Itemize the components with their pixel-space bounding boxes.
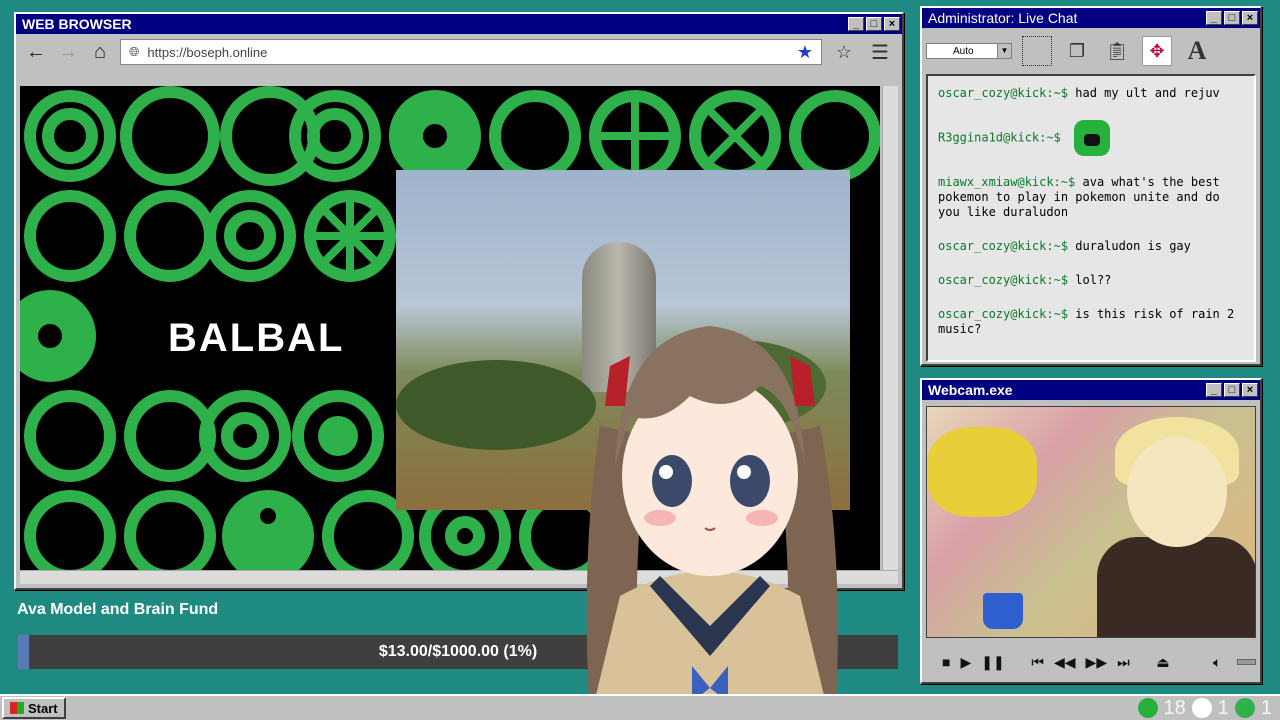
close-button[interactable]: × <box>1242 383 1258 397</box>
font-icon[interactable]: A <box>1182 36 1212 66</box>
browser-title: WEB BROWSER <box>22 16 132 32</box>
start-button[interactable]: Start <box>2 697 66 719</box>
plush-toy <box>927 427 1037 517</box>
webcam-titlebar[interactable]: Webcam.exe _ □ × <box>922 380 1260 400</box>
maximize-button[interactable]: □ <box>866 17 882 31</box>
hamburger-menu-icon[interactable]: ☰ <box>866 40 894 65</box>
font-size-select[interactable]: Auto ▼ <box>926 43 1012 59</box>
moon-icon[interactable] <box>1191 698 1212 718</box>
minimize-button[interactable]: _ <box>1206 11 1222 25</box>
green-frog-emote-icon <box>1074 120 1111 156</box>
chat-message: R3ggina1d@kick:~$ <box>938 120 1244 156</box>
windows-logo-icon <box>10 702 24 714</box>
chat-text: duraludon is gay <box>1075 239 1191 253</box>
chat-toolbar: Auto ▼ ❐ 📋︎ ✥ A <box>922 28 1260 74</box>
close-button[interactable]: × <box>1242 11 1258 25</box>
url-text: https://boseph.online <box>147 44 268 60</box>
chat-message: miawx_xmiaw@kick:~$ ava what's the best … <box>938 175 1244 220</box>
select-region-icon[interactable] <box>1022 36 1052 66</box>
system-tray: 18 1 1 <box>1137 696 1272 720</box>
streamer-body <box>1097 537 1255 637</box>
minimize-button[interactable]: _ <box>848 17 864 31</box>
minimize-button[interactable]: _ <box>1206 383 1222 397</box>
chat-username: oscar_cozy@kick:~$ <box>938 307 1069 321</box>
chat-username: oscar_cozy@kick:~$ <box>938 239 1069 253</box>
fund-label: Ava Model and Brain Fund <box>17 601 219 618</box>
chat-text: had my ult and rejuv <box>1075 86 1220 100</box>
close-button[interactable]: × <box>884 17 900 31</box>
chat-message: oscar_cozy@kick:~$ lol?? <box>938 273 1244 288</box>
address-bar[interactable]: 🌐︎ https://boseph.online ★ <box>120 39 822 65</box>
tray-count: 18 <box>1163 696 1186 719</box>
maximize-button[interactable]: □ <box>1224 383 1240 397</box>
tray-count: 1 <box>1217 696 1229 719</box>
forward-arrow-icon[interactable]: → <box>56 40 80 64</box>
play-icon[interactable]: ▶ <box>960 654 971 671</box>
vertical-scrollbar[interactable] <box>882 86 898 570</box>
webcam-video <box>926 406 1256 638</box>
chat-message: oscar_cozy@kick:~$ duraludon is gay <box>938 239 1244 254</box>
font-size-value: Auto <box>953 45 974 57</box>
home-icon[interactable]: ⌂ <box>88 40 112 64</box>
kick-icon[interactable] <box>1137 698 1158 718</box>
chat-username: R3ggina1d@kick:~$ <box>938 130 1061 145</box>
webcam-title: Webcam.exe <box>928 382 1013 398</box>
copy-icon[interactable]: ❐ <box>1062 36 1092 66</box>
eject-icon[interactable]: ⏏ <box>1156 654 1169 671</box>
chevron-down-icon: ▼ <box>997 44 1011 58</box>
streamer-face <box>1127 437 1227 547</box>
chat-username: oscar_cozy@kick:~$ <box>938 273 1069 287</box>
chat-text: lol?? <box>1075 273 1112 287</box>
start-label: Start <box>28 700 58 716</box>
vtuber-avatar <box>586 326 838 720</box>
chat-messages: oscar_cozy@kick:~$ had my ult and rejuv … <box>926 74 1256 362</box>
blue-mug <box>983 593 1023 629</box>
maximize-button[interactable]: □ <box>1224 11 1240 25</box>
volume-icon[interactable]: 🔈︎ <box>1213 654 1221 671</box>
play-circle-icon[interactable] <box>1234 698 1255 718</box>
chat-titlebar[interactable]: Administrator: Live Chat _ □ × <box>922 8 1260 28</box>
live-chat-window: Administrator: Live Chat _ □ × Auto ▼ ❐ … <box>920 6 1262 366</box>
volume-slider[interactable] <box>1237 659 1257 665</box>
rewind-icon[interactable]: ◀◀ <box>1054 654 1076 671</box>
webcam-window: Webcam.exe _ □ × ■ ▶ ❚❚ ⏮ ◀◀ ▶▶ ⏭ ⏏ 🔈︎ <box>920 378 1262 684</box>
paste-icon[interactable]: 📋︎ <box>1102 36 1132 66</box>
slide-title: BALBAL <box>168 316 345 360</box>
browser-toolbar: ← → ⌂ 🌐︎ https://boseph.online ★ ☆ ☰ <box>16 34 902 70</box>
fast-forward-icon[interactable]: ▶▶ <box>1086 654 1108 671</box>
favorites-star-icon[interactable]: ☆ <box>830 42 858 63</box>
chat-title: Administrator: Live Chat <box>928 10 1078 26</box>
skip-back-icon[interactable]: ⏮ <box>1031 654 1044 671</box>
taskbar: Start 18 1 1 <box>0 694 1280 720</box>
back-arrow-icon[interactable]: ← <box>24 40 48 64</box>
skip-forward-icon[interactable]: ⏭ <box>1117 654 1130 671</box>
move-icon[interactable]: ✥ <box>1142 36 1172 66</box>
chat-username: miawx_xmiaw@kick:~$ <box>938 175 1076 189</box>
chat-message: oscar_cozy@kick:~$ had my ult and rejuv <box>938 86 1244 101</box>
media-controls: ■ ▶ ❚❚ ⏮ ◀◀ ▶▶ ⏭ ⏏ 🔈︎ <box>926 646 1257 678</box>
globe-icon: 🌐︎ <box>129 44 140 59</box>
chat-username: oscar_cozy@kick:~$ <box>938 86 1069 100</box>
pause-icon[interactable]: ❚❚ <box>981 654 1004 671</box>
bookmark-star-icon[interactable]: ★ <box>797 42 813 63</box>
stop-icon[interactable]: ■ <box>942 654 950 670</box>
browser-titlebar[interactable]: WEB BROWSER _ □ × <box>16 14 902 34</box>
chat-message: oscar_cozy@kick:~$ is this risk of rain … <box>938 307 1244 337</box>
tray-count: 1 <box>1260 696 1272 719</box>
